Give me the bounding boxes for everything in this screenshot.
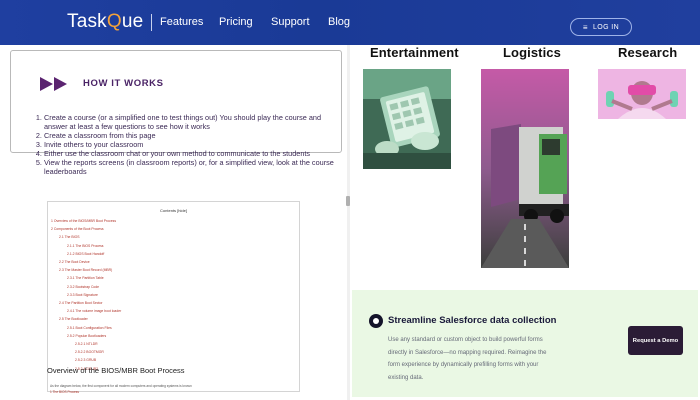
toc-item[interactable]: 2.5.2.2 BOOTMGR xyxy=(51,348,299,356)
left-pane: HOW IT WORKS Create a course (or a simpl… xyxy=(0,45,347,400)
toc-item[interactable]: 2.1.2 BIOS Boot Handoff xyxy=(51,250,299,258)
toc-item[interactable]: 2.3.1 The Partition Table xyxy=(51,274,299,282)
toc-item[interactable]: 2.5.2.1 NTLDR xyxy=(51,340,299,348)
how-it-works-title: HOW IT WORKS xyxy=(83,78,164,89)
logo-text-q: Q xyxy=(106,11,122,32)
login-button[interactable]: ≡ LOG IN xyxy=(570,18,632,36)
toc-item[interactable]: 2.1.1 The BIOS Process xyxy=(51,242,299,250)
taskque-logo[interactable]: Task Que xyxy=(67,10,143,34)
toc-item[interactable]: 2.3.2 Bootstrap Code xyxy=(51,283,299,291)
toc-item[interactable]: 2.5 The Bootloader xyxy=(51,315,299,323)
toc-item[interactable]: 2.2 The Boot Device xyxy=(51,258,299,266)
nav-pricing-link[interactable]: Pricing xyxy=(219,16,253,28)
toc-item[interactable]: 2.1 The BIOS xyxy=(51,233,299,241)
document-subtext-link[interactable]: 1 The BIOS Process xyxy=(50,389,192,395)
category-research-label: Research xyxy=(618,45,678,60)
login-label: LOG IN xyxy=(592,23,620,31)
toc-item[interactable]: 2.4 The Partition Boot Sector xyxy=(51,299,299,307)
toc-item[interactable]: 2.5.2.3 GRUB xyxy=(51,356,299,364)
step-item: Invite others to your classroom xyxy=(44,140,344,149)
logistics-image xyxy=(481,69,569,268)
toc-item[interactable]: 1 Overview of the BIOS/MBR Boot Process xyxy=(51,217,299,225)
contents-table-image: Contents [hide] 1 Overview of the BIOS/M… xyxy=(47,201,300,392)
nav-blog-link[interactable]: Blog xyxy=(328,16,350,28)
salesforce-promo-banner: Streamline Salesforce data collection Us… xyxy=(352,290,698,397)
toc-item[interactable]: 2 Components of the Boot Process xyxy=(51,225,299,233)
login-icon: ≡ xyxy=(582,22,588,32)
category-logistics-label: Logistics xyxy=(503,45,561,60)
toc-item[interactable]: 2.5.1 Boot Configuration Files xyxy=(51,324,299,332)
contents-list: 1 Overview of the BIOS/MBR Boot Process … xyxy=(51,217,299,373)
nav-features-link[interactable]: Features xyxy=(160,16,203,28)
fast-forward-icon xyxy=(40,77,67,91)
nav-support-link[interactable]: Support xyxy=(271,16,310,28)
step-item: Either use the classroom chat or your ow… xyxy=(44,149,344,158)
research-image xyxy=(598,69,686,119)
logo-text-left: Task xyxy=(67,11,107,32)
step-item: Create a classroom from this page xyxy=(44,131,344,140)
request-demo-button[interactable]: Request a Demo xyxy=(628,326,683,355)
promo-body: Use any standard or custom object to bui… xyxy=(388,337,547,381)
brand-circle-icon xyxy=(369,314,383,328)
logo-text-right: ue xyxy=(121,11,144,32)
step-item: View the reports screens (in classroom r… xyxy=(44,158,344,176)
category-entertainment-label: Entertainment xyxy=(370,45,459,60)
promo-title: Streamline Salesforce data collection xyxy=(388,315,557,326)
toc-item[interactable]: 2.4.1 The volume image boot loader xyxy=(51,307,299,315)
logo-separator xyxy=(151,14,152,31)
toc-item[interactable]: 2.3 The Master Boot Record (MBR) xyxy=(51,266,299,274)
document-heading: Overview of the BIOS/MBR Boot Process xyxy=(47,366,185,375)
top-navigation-bar: Task Que Features Pricing Support Blog ≡ … xyxy=(0,0,700,45)
entertainment-image xyxy=(363,69,451,169)
toc-item[interactable]: 2.3.3 Boot Signature xyxy=(51,291,299,299)
document-subtext: As the diagram below, the first componen… xyxy=(50,383,192,395)
step-item: Create a course (or a simplified one to … xyxy=(44,113,344,131)
toc-item[interactable]: 2.5.2 Popular Bootloaders xyxy=(51,332,299,340)
right-pane: Entertainment Logistics Research Streaml… xyxy=(350,45,700,400)
how-it-works-steps: Create a course (or a simplified one to … xyxy=(34,113,344,176)
contents-header: Contents [hide] xyxy=(160,208,187,213)
